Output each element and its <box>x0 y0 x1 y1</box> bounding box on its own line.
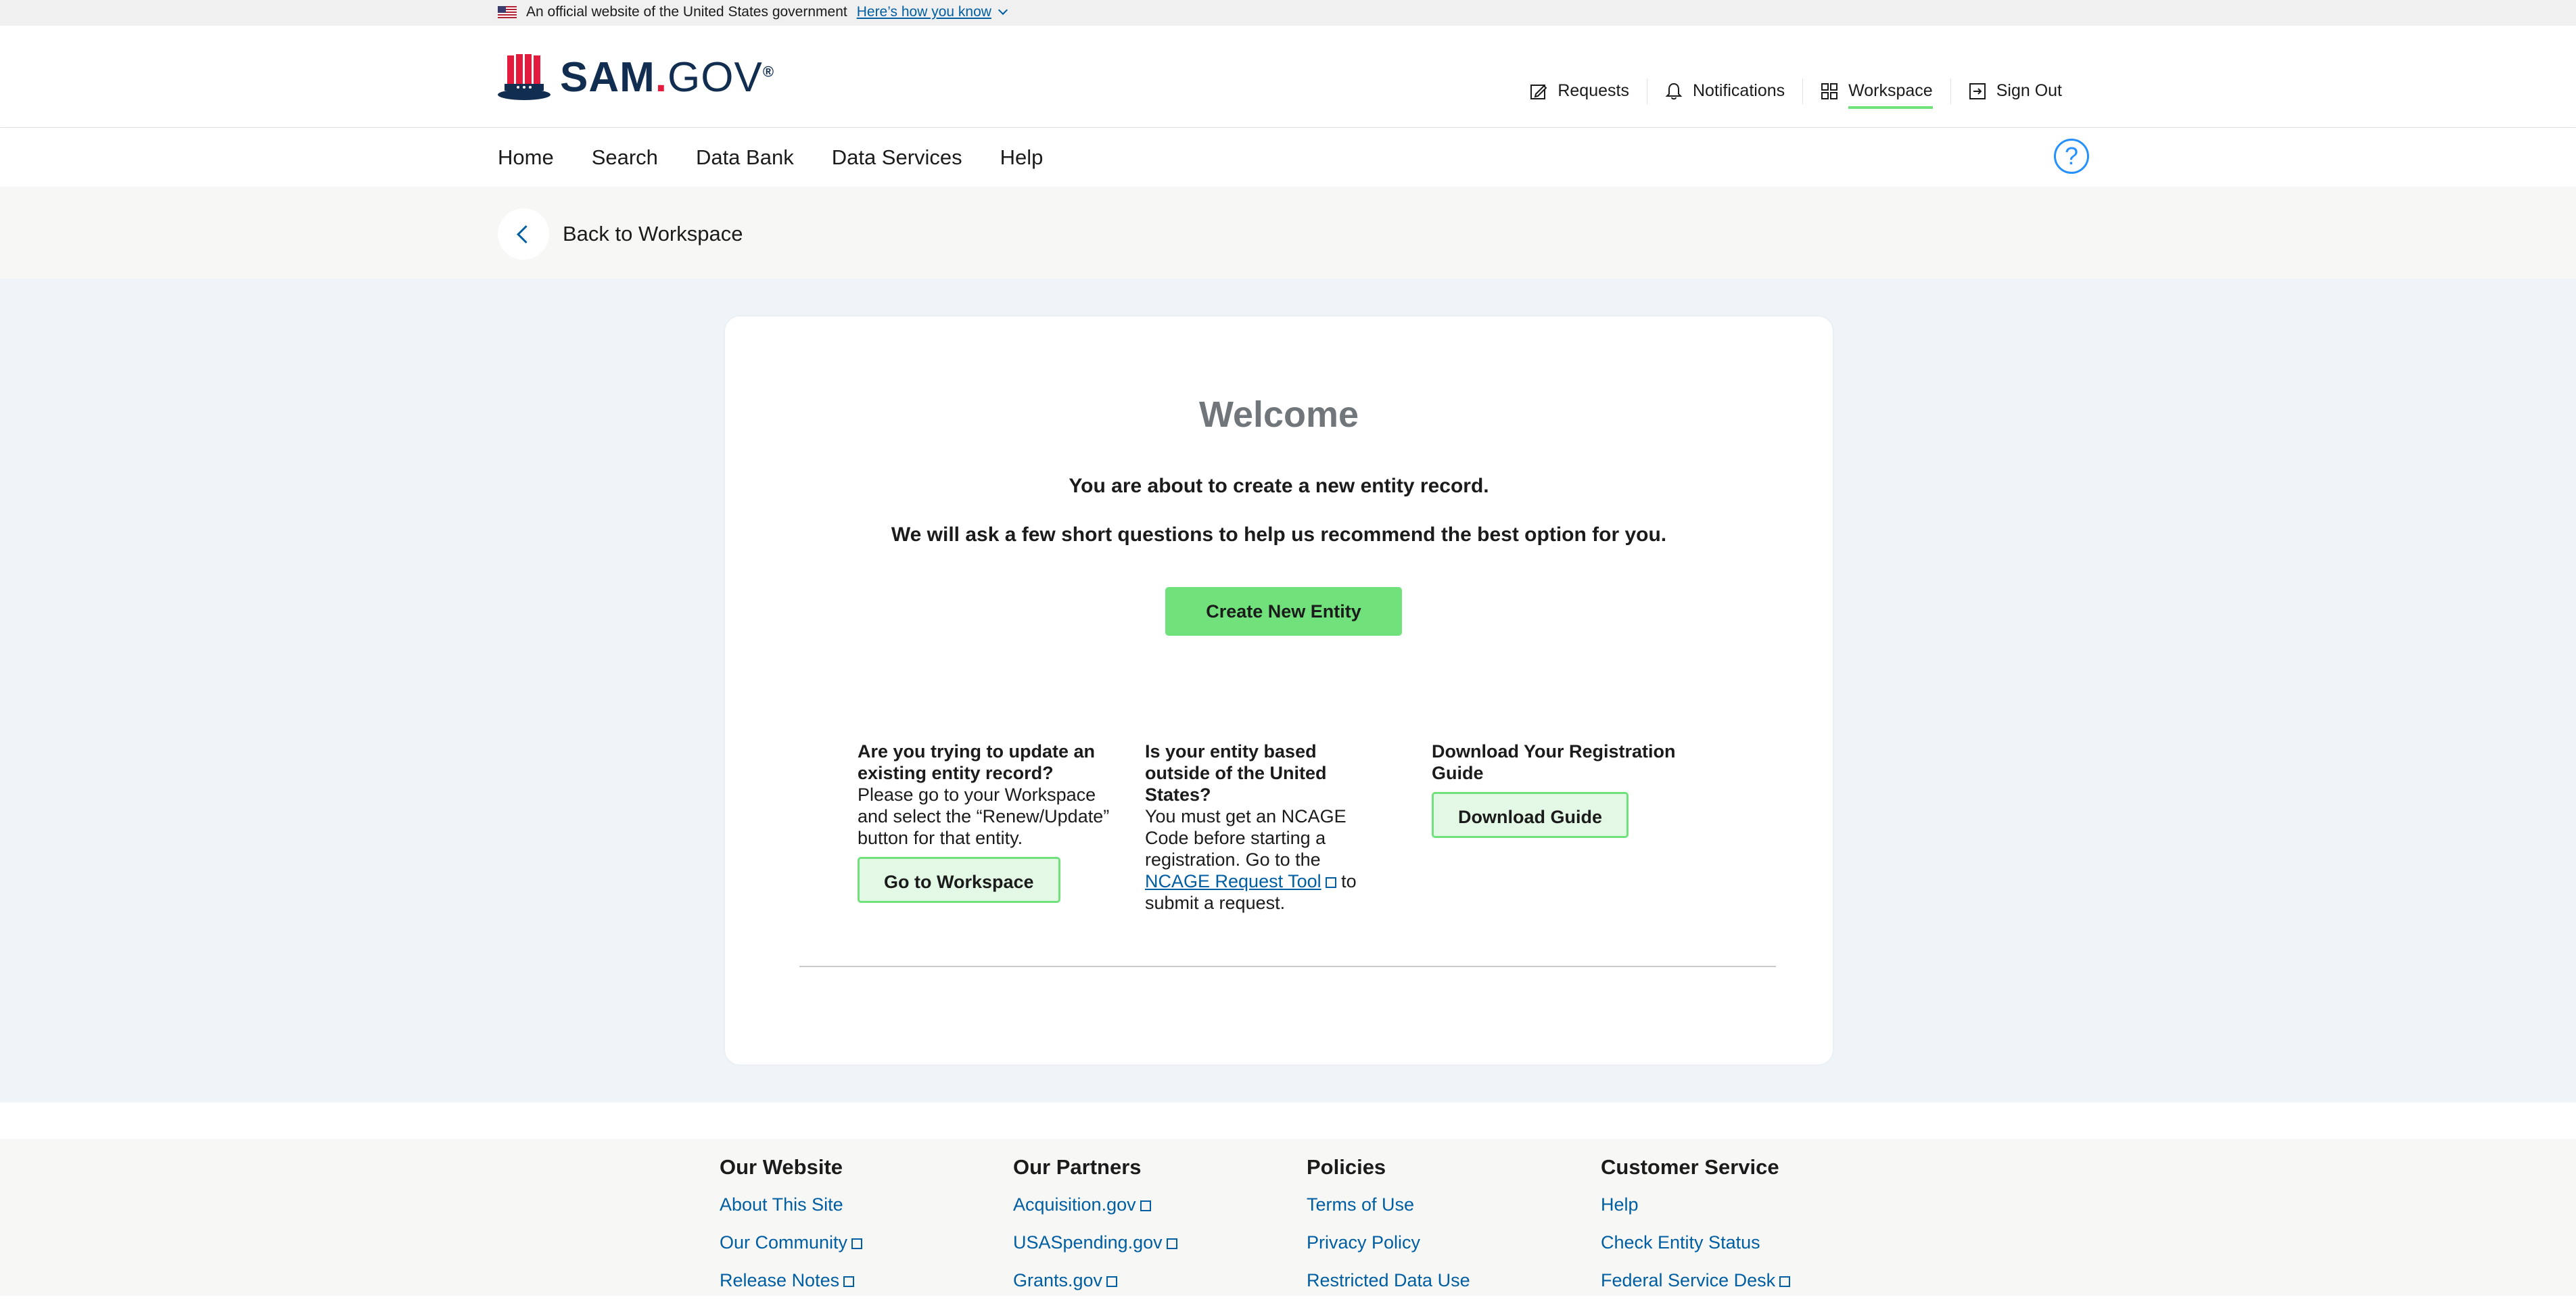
footer-col-our-partners: Our Partners Acquisition.gov USASpending… <box>1013 1155 1177 1308</box>
footer-link-usaspending[interactable]: USASpending.gov <box>1013 1232 1177 1253</box>
footer-col-customer-service: Customer Service Help Check Entity Statu… <box>1601 1155 1791 1308</box>
top-nav-sign-out-label: Sign Out <box>1996 81 2062 100</box>
footer-link-federal-service-desk[interactable]: Federal Service Desk <box>1601 1270 1791 1291</box>
footer-link-about[interactable]: About This Site <box>720 1194 862 1215</box>
chevron-down-icon <box>998 5 1008 16</box>
top-nav-workspace-label: Workspace <box>1848 81 1933 109</box>
external-link-icon <box>851 1238 863 1249</box>
footer-link-privacy[interactable]: Privacy Policy <box>1307 1232 1470 1253</box>
logo-wordmark: SAM.GOV® <box>560 53 774 101</box>
footer-link-label: Federal Service Desk <box>1601 1270 1776 1290</box>
footer-heading: Policies <box>1307 1155 1386 1179</box>
top-nav-requests-label: Requests <box>1558 81 1629 100</box>
sam-gov-logo[interactable]: SAM.GOV® <box>498 53 774 101</box>
ncage-request-tool-link[interactable]: NCAGE Request Tool <box>1145 871 1336 891</box>
us-flag-icon <box>498 6 517 18</box>
external-link-icon <box>1779 1276 1791 1287</box>
footer-col-our-website: Our Website About This Site Our Communit… <box>720 1155 863 1308</box>
top-nav-notifications[interactable]: Notifications <box>1646 78 1802 104</box>
welcome-card: Welcome You are about to create a new en… <box>725 317 1833 1065</box>
logo-gov-text: GOV <box>668 53 763 101</box>
update-entity-text: Please go to your Workspace and select t… <box>858 785 1110 848</box>
ncage-text: You must get an NCAGE Code before starti… <box>1145 805 1382 914</box>
footer-heading: Our Partners <box>1013 1155 1142 1179</box>
ncage-question: Is your entity based outside of the Unit… <box>1145 741 1327 805</box>
sign-out-icon <box>1969 83 1986 99</box>
footer-link-label: Release Notes <box>720 1270 840 1290</box>
footer-link-restricted-data[interactable]: Restricted Data Use <box>1307 1270 1470 1291</box>
top-nav-notifications-label: Notifications <box>1692 81 1785 100</box>
footer-link-check-entity-status[interactable]: Check Entity Status <box>1601 1232 1790 1253</box>
main-nav-help[interactable]: Help <box>1000 145 1044 170</box>
gov-banner: An official website of the United States… <box>0 0 2576 26</box>
chevron-left-icon <box>498 208 549 260</box>
welcome-lead-1: You are about to create a new entity rec… <box>1069 475 1489 497</box>
footer-col-policies: Policies Terms of Use Privacy Policy Res… <box>1307 1155 1470 1308</box>
external-link-icon <box>1166 1238 1177 1249</box>
external-link-icon <box>1325 877 1336 888</box>
back-to-workspace-label: Back to Workspace <box>563 222 743 246</box>
logo-dot: . <box>655 53 668 101</box>
main-nav-home[interactable]: Home <box>498 145 554 170</box>
external-link-icon <box>1140 1200 1151 1211</box>
external-link-icon <box>843 1276 855 1287</box>
footer-link-help[interactable]: Help <box>1601 1194 1790 1215</box>
site-footer: Our Website About This Site Our Communit… <box>0 1139 2576 1296</box>
main-nav-search[interactable]: Search <box>592 145 658 170</box>
main-nav-links: Home Search Data Bank Data Services Help <box>498 145 1043 170</box>
footer-link-label: Our Community <box>720 1232 848 1253</box>
main-nav-data-bank[interactable]: Data Bank <box>696 145 794 170</box>
footer-link-release-notes[interactable]: Release Notes <box>720 1270 862 1291</box>
gov-banner-text: An official website of the United States… <box>526 4 847 20</box>
download-guide-button[interactable]: Download Guide <box>1432 792 1629 838</box>
bell-icon <box>1665 83 1683 99</box>
go-to-workspace-button[interactable]: Go to Workspace <box>858 857 1060 903</box>
update-entity-question: Are you trying to update an existing ent… <box>858 741 1096 783</box>
back-to-workspace-button[interactable]: Back to Workspace <box>498 208 743 260</box>
help-question-icon[interactable]: ? <box>2054 139 2089 174</box>
footer-heading: Our Website <box>720 1155 843 1179</box>
footer-link-acquisition[interactable]: Acquisition.gov <box>1013 1194 1177 1215</box>
main-nav: Home Search Data Bank Data Services Help… <box>0 127 2576 187</box>
footer-link-label: Grants.gov <box>1013 1270 1103 1290</box>
external-link-icon <box>1106 1276 1118 1287</box>
top-nav-requests[interactable]: Requests <box>1512 81 1647 101</box>
grid-icon <box>1821 83 1838 99</box>
ncage-link-label: NCAGE Request Tool <box>1145 871 1321 891</box>
pencil-square-icon <box>1530 84 1547 99</box>
uncle-sam-hat-icon <box>498 54 551 100</box>
create-new-entity-button[interactable]: Create New Entity <box>1165 587 1402 636</box>
footer-link-grants[interactable]: Grants.gov <box>1013 1270 1177 1291</box>
ncage-text-before: You must get an NCAGE Code before starti… <box>1145 806 1346 870</box>
welcome-title: Welcome <box>1198 394 1359 435</box>
card-divider <box>799 966 1776 967</box>
top-nav-sign-out[interactable]: Sign Out <box>1950 78 2080 104</box>
logo-sam-text: SAM <box>560 53 655 101</box>
ncage-section: Is your entity based outside of the Unit… <box>1145 741 1382 914</box>
footer-link-our-community[interactable]: Our Community <box>720 1232 863 1253</box>
update-entity-section: Are you trying to update an existing ent… <box>858 741 1121 903</box>
footer-heading: Customer Service <box>1601 1155 1779 1179</box>
heres-how-you-know-link[interactable]: Here’s how you know <box>856 4 1008 20</box>
footer-link-label: Acquisition.gov <box>1013 1194 1136 1215</box>
heres-how-you-know-label: Here’s how you know <box>856 4 991 20</box>
gov-banner-content: An official website of the United States… <box>498 4 1008 20</box>
logo-registered-mark: ® <box>762 62 775 80</box>
top-nav: Requests Notifications Workspace Sign Ou… <box>1512 78 2080 109</box>
top-nav-workspace[interactable]: Workspace <box>1802 78 1950 109</box>
footer-link-label: USASpending.gov <box>1013 1232 1163 1253</box>
main-nav-data-services[interactable]: Data Services <box>832 145 962 170</box>
welcome-lead-2: We will ask a few short questions to hel… <box>891 523 1667 546</box>
footer-link-terms[interactable]: Terms of Use <box>1307 1194 1470 1215</box>
registration-guide-section: Download Your Registration Guide Downloa… <box>1432 741 1695 838</box>
back-bar: Back to Workspace <box>0 187 2576 279</box>
site-header: SAM.GOV® Requests Notifications Workspac… <box>0 26 2576 127</box>
registration-guide-title: Download Your Registration Guide <box>1432 741 1676 783</box>
